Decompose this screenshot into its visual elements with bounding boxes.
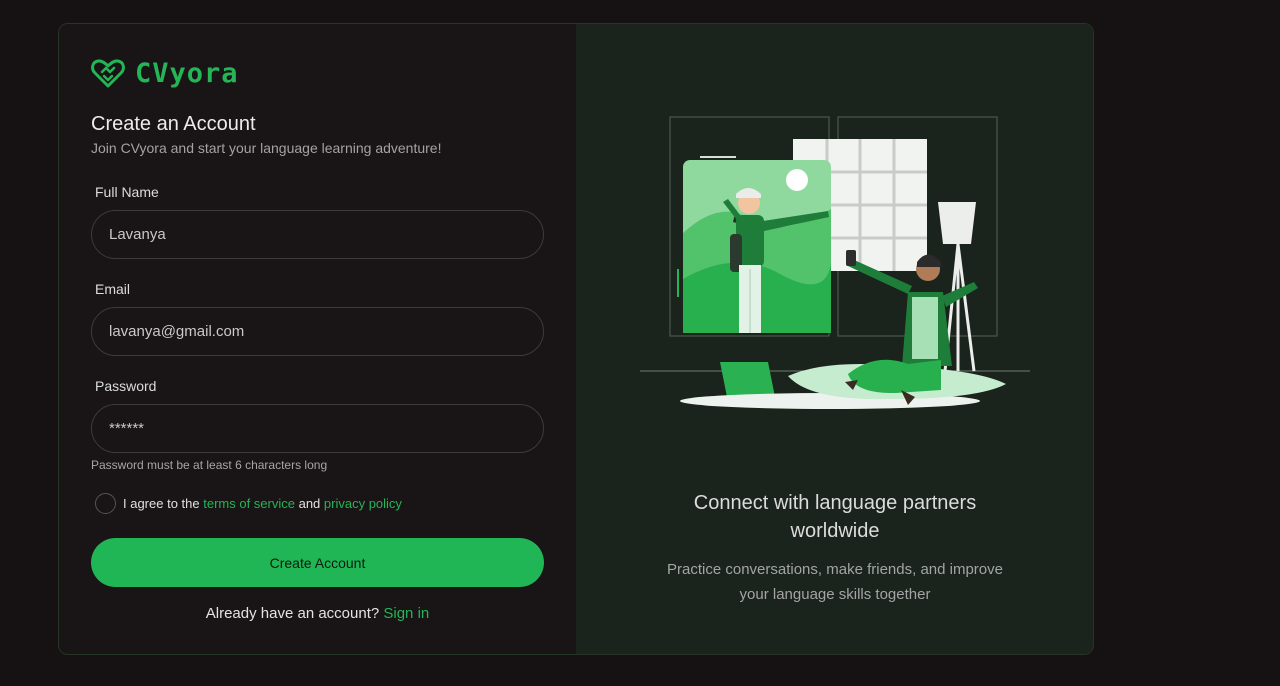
email-label: Email	[95, 281, 131, 297]
video-call-illustration	[640, 116, 1030, 409]
terms-checkbox[interactable]	[95, 493, 116, 514]
promo-description: Practice conversations, make friends, an…	[576, 557, 1093, 607]
terms-agreement: I agree to the terms of service and priv…	[123, 496, 402, 511]
full-name-input[interactable]	[91, 210, 544, 259]
brand-name: CVyora	[135, 57, 239, 89]
signin-prompt: Already have an account? Sign in	[59, 605, 576, 622]
brand-logo[interactable]: CVyora	[91, 57, 239, 89]
page-subtitle: Join CVyora and start your language lear…	[91, 140, 442, 156]
promo-text-line-1: Practice conversations, make friends, an…	[667, 561, 1003, 578]
password-input[interactable]	[91, 404, 544, 453]
page-title: Create an Account	[91, 113, 256, 135]
full-name-label: Full Name	[95, 184, 159, 200]
sign-in-link[interactable]: Sign in	[383, 605, 429, 622]
email-input[interactable]	[91, 307, 544, 356]
terms-prefix: I agree to the	[123, 496, 204, 511]
password-label: Password	[95, 378, 157, 394]
promo-text-line-2: your language skills together	[739, 586, 931, 603]
terms-middle: and	[294, 496, 324, 511]
privacy-policy-link[interactable]: privacy policy	[324, 496, 402, 511]
promo-title-line-2: worldwide	[790, 520, 880, 542]
promo-title: Connect with language partners worldwide	[576, 489, 1093, 545]
password-hint: Password must be at least 6 characters l…	[91, 458, 328, 472]
signin-prompt-text: Already have an account?	[205, 605, 384, 622]
create-account-button[interactable]: Create Account	[91, 538, 544, 587]
signup-card: CVyora Create an Account Join CVyora and…	[58, 23, 1094, 655]
terms-of-service-link[interactable]: terms of service	[203, 496, 295, 511]
heart-handshake-icon	[91, 59, 125, 88]
promo-title-line-1: Connect with language partners	[693, 492, 977, 514]
signup-form-panel: CVyora Create an Account Join CVyora and…	[59, 24, 576, 654]
promo-panel: Connect with language partners worldwide…	[576, 24, 1093, 654]
